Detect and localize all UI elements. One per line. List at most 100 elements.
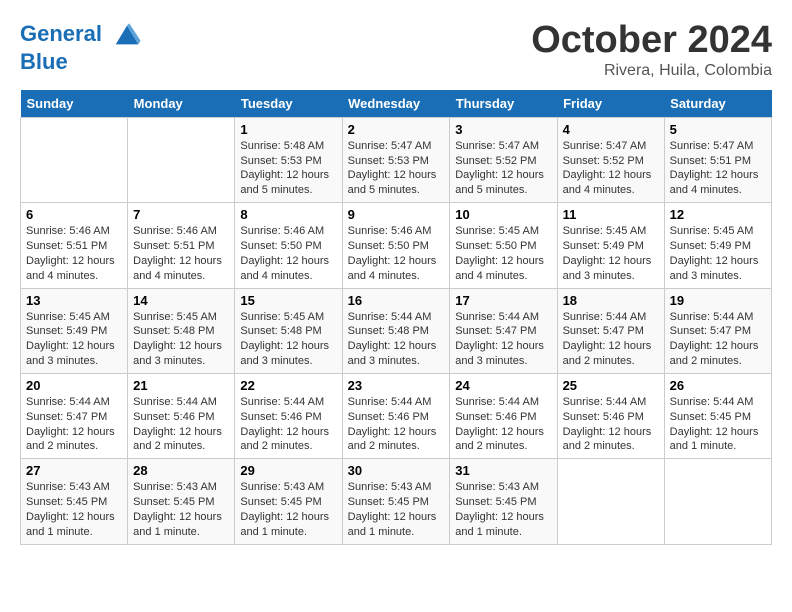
title-section: October 2024 Rivera, Huila, Colombia: [531, 20, 772, 80]
day-number: 16: [348, 293, 445, 308]
weekday-header-monday: Monday: [128, 90, 235, 118]
day-cell: [664, 459, 771, 544]
day-info: Sunrise: 5:44 AM Sunset: 5:46 PM Dayligh…: [240, 395, 336, 454]
day-cell: 11Sunrise: 5:45 AM Sunset: 5:49 PM Dayli…: [557, 203, 664, 288]
day-cell: 29 Sunrise: 5:43 AM Sunset: 5:45 PM Dayli…: [235, 459, 342, 544]
logo: General Blue: [20, 20, 142, 74]
day-info: Sunrise: 5:43 AM Sunset: 5:45 PM Dayligh…: [133, 480, 229, 539]
day-number: 5: [670, 122, 766, 137]
day-number: 26: [670, 378, 766, 393]
day-number: 31: [455, 463, 551, 478]
day-number: 24: [455, 378, 551, 393]
day-number: 4: [563, 122, 659, 137]
day-cell: 12Sunrise: 5:45 AM Sunset: 5:49 PM Dayli…: [664, 203, 771, 288]
day-info: Sunrise: 5:48 AM Sunset: 5:53 PM Dayligh…: [240, 139, 336, 198]
day-number: 19: [670, 293, 766, 308]
day-number: 2: [348, 122, 445, 137]
day-number: 9: [348, 207, 445, 222]
day-number: 18: [563, 293, 659, 308]
week-row-3: 13Sunrise: 5:45 AM Sunset: 5:49 PM Dayli…: [21, 288, 772, 373]
day-number: 23: [348, 378, 445, 393]
day-info: Sunrise: 5:46 AM Sunset: 5:51 PM Dayligh…: [133, 224, 229, 283]
day-cell: 24 Sunrise: 5:44 AM Sunset: 5:46 PM Dayli…: [450, 373, 557, 458]
weekday-header-tuesday: Tuesday: [235, 90, 342, 118]
day-number: 12: [670, 207, 766, 222]
day-cell: 21 Sunrise: 5:44 AM Sunset: 5:46 PM Dayli…: [128, 373, 235, 458]
weekday-header-saturday: Saturday: [664, 90, 771, 118]
day-info: Sunrise: 5:46 AM Sunset: 5:50 PM Dayligh…: [240, 224, 336, 283]
logo-general: General: [20, 21, 102, 46]
day-number: 6: [26, 207, 122, 222]
day-info: Sunrise: 5:45 AM Sunset: 5:50 PM Dayligh…: [455, 224, 551, 283]
day-cell: 30Sunrise: 5:43 AM Sunset: 5:45 PM Dayli…: [342, 459, 450, 544]
day-cell: 22Sunrise: 5:44 AM Sunset: 5:46 PM Dayli…: [235, 373, 342, 458]
day-info: Sunrise: 5:43 AM Sunset: 5:45 PM Dayligh…: [240, 480, 336, 539]
day-cell: 20 Sunrise: 5:44 AM Sunset: 5:47 PM Dayli…: [21, 373, 128, 458]
day-number: 17: [455, 293, 551, 308]
day-info: Sunrise: 5:45 AM Sunset: 5:48 PM Dayligh…: [240, 310, 336, 369]
day-cell: 7 Sunrise: 5:46 AM Sunset: 5:51 PM Daylig…: [128, 203, 235, 288]
day-number: 11: [563, 207, 659, 222]
day-cell: 9 Sunrise: 5:46 AM Sunset: 5:50 PM Daylig…: [342, 203, 450, 288]
weekday-header-row: SundayMondayTuesdayWednesdayThursdayFrid…: [21, 90, 772, 118]
day-cell: 2 Sunrise: 5:47 AM Sunset: 5:53 PM Daylig…: [342, 117, 450, 202]
day-info: Sunrise: 5:44 AM Sunset: 5:46 PM Dayligh…: [348, 395, 445, 454]
day-info: Sunrise: 5:47 AM Sunset: 5:53 PM Dayligh…: [348, 139, 445, 198]
day-cell: 13Sunrise: 5:45 AM Sunset: 5:49 PM Dayli…: [21, 288, 128, 373]
day-info: Sunrise: 5:44 AM Sunset: 5:46 PM Dayligh…: [133, 395, 229, 454]
location: Rivera, Huila, Colombia: [531, 62, 772, 80]
day-number: 29: [240, 463, 336, 478]
day-info: Sunrise: 5:44 AM Sunset: 5:47 PM Dayligh…: [563, 310, 659, 369]
day-cell: 25Sunrise: 5:44 AM Sunset: 5:46 PM Dayli…: [557, 373, 664, 458]
day-info: Sunrise: 5:44 AM Sunset: 5:47 PM Dayligh…: [26, 395, 122, 454]
calendar-table: SundayMondayTuesdayWednesdayThursdayFrid…: [20, 90, 772, 545]
day-info: Sunrise: 5:44 AM Sunset: 5:47 PM Dayligh…: [670, 310, 766, 369]
day-number: 1: [240, 122, 336, 137]
day-cell: 6 Sunrise: 5:46 AM Sunset: 5:51 PM Daylig…: [21, 203, 128, 288]
day-cell: 17 Sunrise: 5:44 AM Sunset: 5:47 PM Dayli…: [450, 288, 557, 373]
day-number: 27: [26, 463, 122, 478]
day-info: Sunrise: 5:46 AM Sunset: 5:51 PM Dayligh…: [26, 224, 122, 283]
day-info: Sunrise: 5:45 AM Sunset: 5:49 PM Dayligh…: [26, 310, 122, 369]
day-cell: 3Sunrise: 5:47 AM Sunset: 5:52 PM Daylig…: [450, 117, 557, 202]
logo-blue: Blue: [20, 50, 142, 74]
day-number: 15: [240, 293, 336, 308]
day-number: 7: [133, 207, 229, 222]
day-info: Sunrise: 5:44 AM Sunset: 5:47 PM Dayligh…: [455, 310, 551, 369]
day-number: 14: [133, 293, 229, 308]
day-number: 20: [26, 378, 122, 393]
day-info: Sunrise: 5:44 AM Sunset: 5:46 PM Dayligh…: [455, 395, 551, 454]
day-info: Sunrise: 5:47 AM Sunset: 5:52 PM Dayligh…: [563, 139, 659, 198]
day-number: 10: [455, 207, 551, 222]
day-cell: 27 Sunrise: 5:43 AM Sunset: 5:45 PM Dayli…: [21, 459, 128, 544]
day-cell: 23 Sunrise: 5:44 AM Sunset: 5:46 PM Dayli…: [342, 373, 450, 458]
day-number: 28: [133, 463, 229, 478]
day-number: 3: [455, 122, 551, 137]
day-cell: 1 Sunrise: 5:48 AM Sunset: 5:53 PM Daylig…: [235, 117, 342, 202]
day-info: Sunrise: 5:45 AM Sunset: 5:48 PM Dayligh…: [133, 310, 229, 369]
day-cell: [21, 117, 128, 202]
day-cell: 8Sunrise: 5:46 AM Sunset: 5:50 PM Daylig…: [235, 203, 342, 288]
page-header: General Blue October 2024 Rivera, Huila,…: [20, 20, 772, 80]
day-info: Sunrise: 5:44 AM Sunset: 5:48 PM Dayligh…: [348, 310, 445, 369]
day-cell: 28 Sunrise: 5:43 AM Sunset: 5:45 PM Dayli…: [128, 459, 235, 544]
day-cell: 14 Sunrise: 5:45 AM Sunset: 5:48 PM Dayli…: [128, 288, 235, 373]
day-cell: [128, 117, 235, 202]
day-cell: 15 Sunrise: 5:45 AM Sunset: 5:48 PM Dayli…: [235, 288, 342, 373]
day-info: Sunrise: 5:43 AM Sunset: 5:45 PM Dayligh…: [455, 480, 551, 539]
weekday-header-thursday: Thursday: [450, 90, 557, 118]
day-cell: 26Sunrise: 5:44 AM Sunset: 5:45 PM Dayli…: [664, 373, 771, 458]
month-title: October 2024: [531, 20, 772, 62]
day-cell: 4 Sunrise: 5:47 AM Sunset: 5:52 PM Daylig…: [557, 117, 664, 202]
weekday-header-wednesday: Wednesday: [342, 90, 450, 118]
week-row-2: 6 Sunrise: 5:46 AM Sunset: 5:51 PM Daylig…: [21, 203, 772, 288]
day-info: Sunrise: 5:43 AM Sunset: 5:45 PM Dayligh…: [26, 480, 122, 539]
day-info: Sunrise: 5:46 AM Sunset: 5:50 PM Dayligh…: [348, 224, 445, 283]
day-number: 21: [133, 378, 229, 393]
week-row-4: 20 Sunrise: 5:44 AM Sunset: 5:47 PM Dayli…: [21, 373, 772, 458]
day-number: 30: [348, 463, 445, 478]
day-cell: 18 Sunrise: 5:44 AM Sunset: 5:47 PM Dayli…: [557, 288, 664, 373]
day-cell: 16 Sunrise: 5:44 AM Sunset: 5:48 PM Dayli…: [342, 288, 450, 373]
day-number: 25: [563, 378, 659, 393]
day-info: Sunrise: 5:47 AM Sunset: 5:51 PM Dayligh…: [670, 139, 766, 198]
